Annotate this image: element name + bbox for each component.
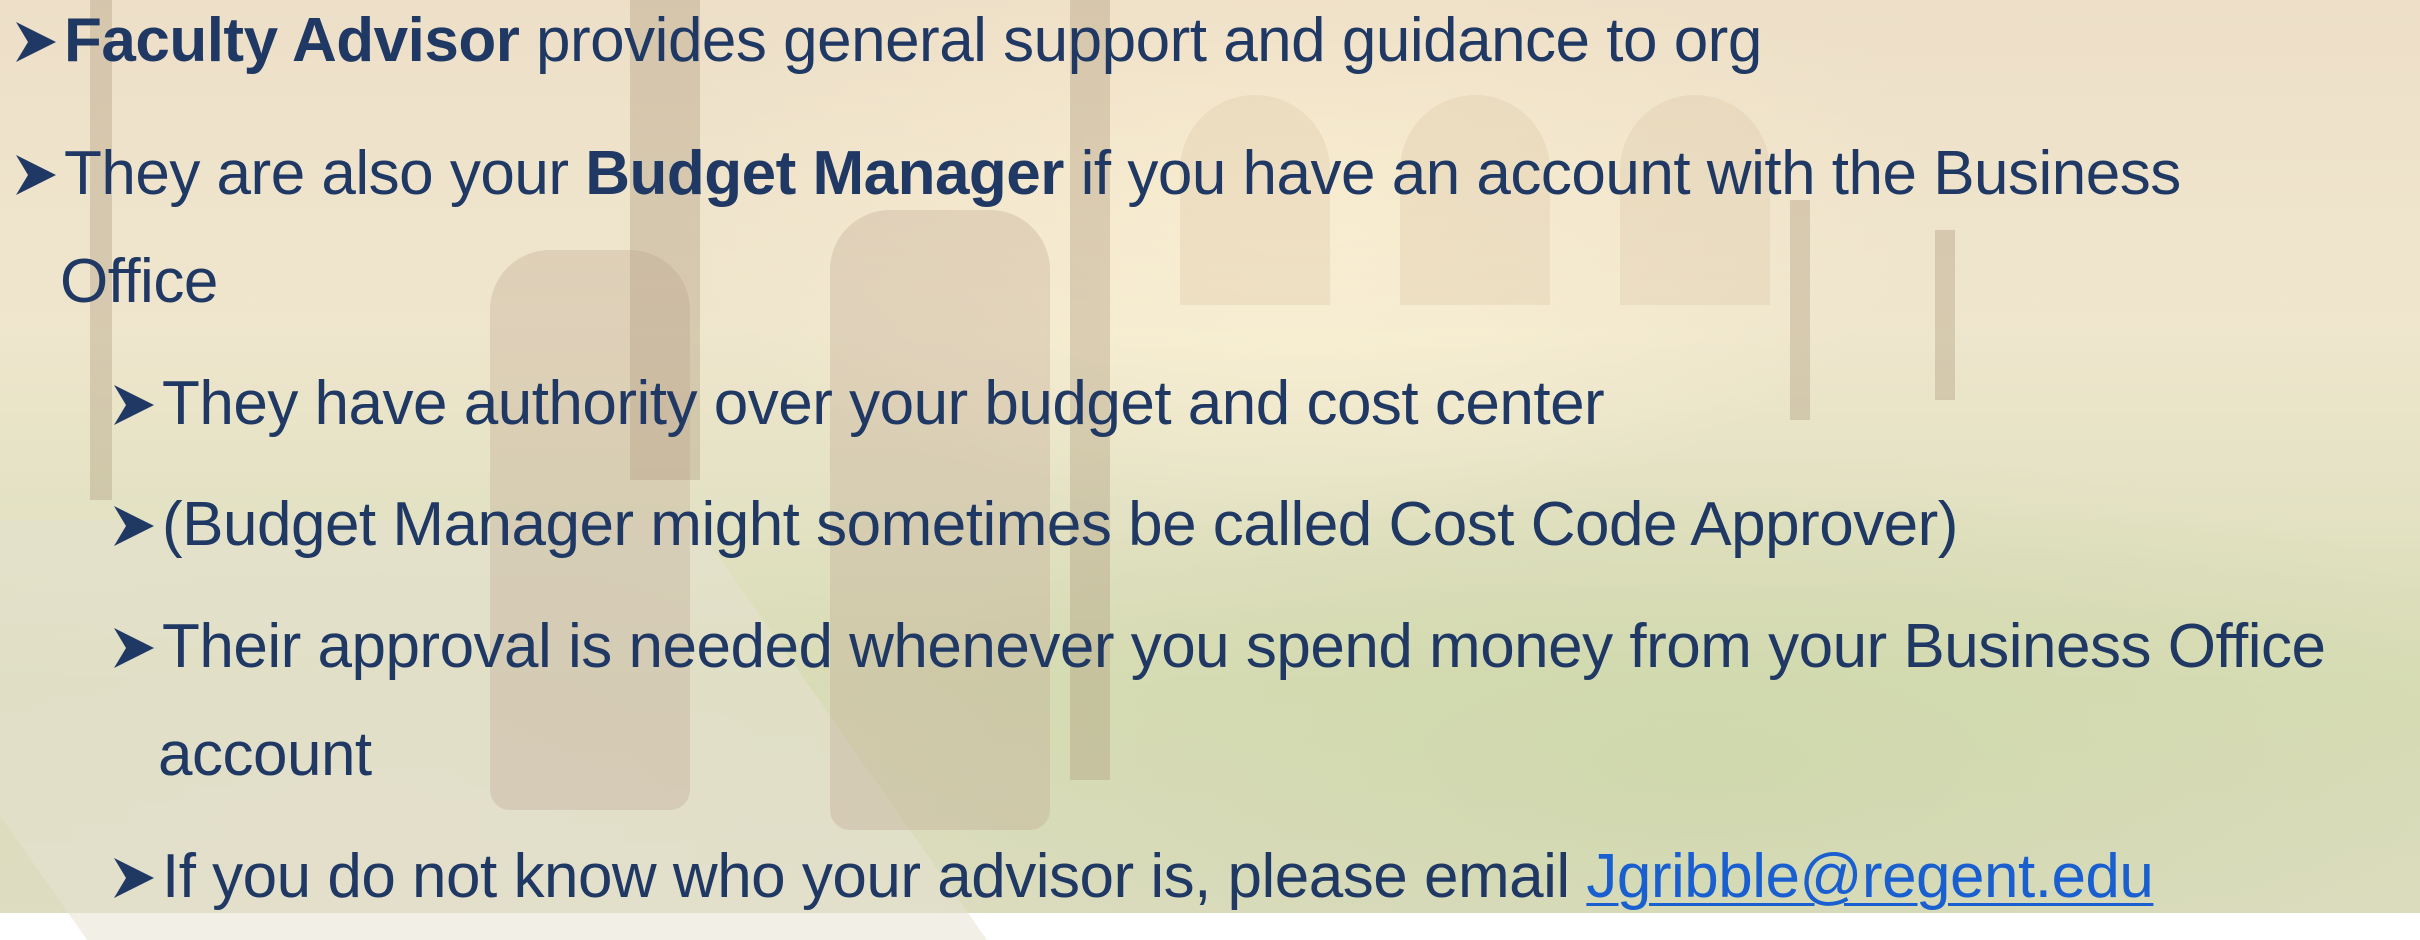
bullet-text: if you have an account with the Business — [1063, 139, 2182, 208]
bullet-continuation: Office — [60, 247, 218, 316]
sub-bullet-approval: Their approval is needed whenever you sp… — [112, 616, 2326, 678]
sub-bullet-contact: If you do not know who your advisor is, … — [112, 846, 2154, 908]
arrowhead-bullet-icon — [14, 10, 64, 72]
arrowhead-bullet-icon — [112, 494, 162, 556]
bullet-text: provides general support and guidance to… — [519, 6, 1762, 75]
bullet-text: If you do not know who your advisor is, … — [162, 842, 1587, 911]
budget-manager-term: Budget Manager — [585, 139, 1064, 208]
sub-bullet-cost-code-approver: (Budget Manager might sometimes be calle… — [112, 494, 1958, 556]
bullet-text: (Budget Manager might sometimes be calle… — [162, 490, 1958, 559]
arrowhead-bullet-icon — [112, 616, 162, 678]
sub-bullet-authority: They have authority over your budget and… — [112, 373, 1605, 435]
advisor-email-link[interactable]: Jgribble@regent.edu — [1586, 842, 2154, 911]
bullet-continuation: account — [158, 720, 372, 789]
slide-content: Faculty Advisor provides general support… — [0, 0, 2420, 913]
bullet-text: They have authority over your budget and… — [162, 369, 1605, 438]
arrowhead-bullet-icon — [112, 846, 162, 908]
bullet-text: They are also your — [64, 139, 586, 208]
arrowhead-bullet-icon — [112, 373, 162, 435]
faculty-advisor-term: Faculty Advisor — [64, 6, 520, 75]
bullet-budget-manager: They are also your Budget Manager if you… — [14, 143, 2181, 205]
bullet-faculty-advisor: Faculty Advisor provides general support… — [14, 10, 1762, 72]
bullet-text: Their approval is needed whenever you sp… — [162, 612, 2326, 681]
arrowhead-bullet-icon — [14, 143, 64, 205]
